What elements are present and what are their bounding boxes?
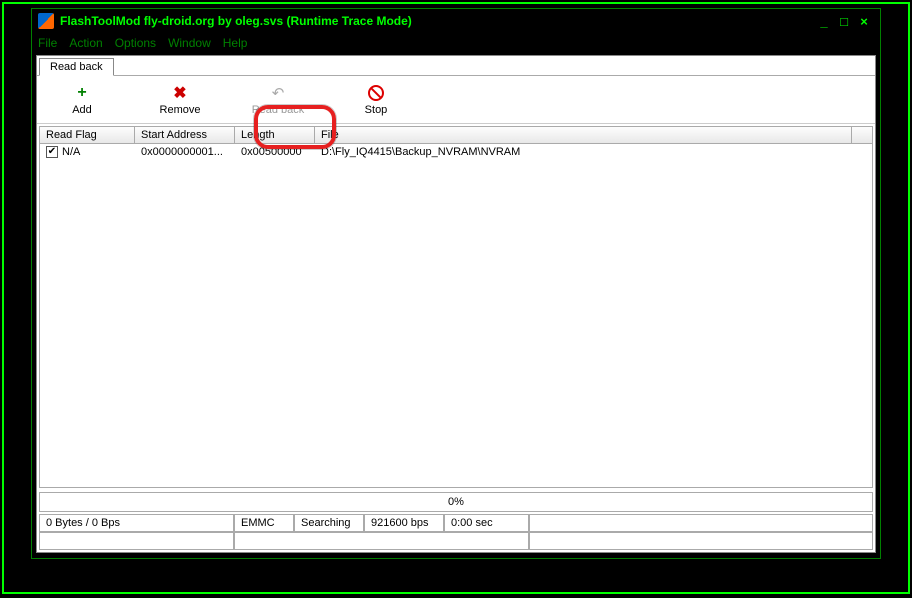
readback-label: Read back — [252, 104, 305, 116]
status2-c — [529, 532, 873, 550]
cell-file: D:\Fly_IQ4415\Backup_NVRAM\NVRAM — [315, 145, 872, 159]
readback-table: Read Flag Start Address Length File ✔ N/… — [39, 126, 873, 488]
stop-icon — [367, 84, 385, 102]
status-empty-1 — [529, 514, 873, 532]
status-bytes: 0 Bytes / 0 Bps — [39, 514, 234, 532]
table-header: Read Flag Start Address Length File — [40, 127, 872, 144]
remove-label: Remove — [160, 104, 201, 116]
row-checkbox[interactable]: ✔ — [46, 146, 58, 158]
menu-options[interactable]: Options — [115, 36, 156, 50]
plus-icon: + — [73, 84, 91, 102]
status-baud: 921600 bps — [364, 514, 444, 532]
window-title: FlashToolMod fly-droid.org by oleg.svs (… — [60, 14, 412, 28]
menu-file[interactable]: File — [38, 36, 57, 50]
remove-button[interactable]: ✖ Remove — [145, 84, 215, 116]
status2-a — [39, 532, 234, 550]
status-state: Searching — [294, 514, 364, 532]
toolbar: + Add ✖ Remove ↶ Read back Stop — [37, 76, 875, 124]
stop-button[interactable]: Stop — [341, 84, 411, 116]
tabstrip: Read back — [37, 56, 875, 76]
cell-length: 0x00500000 — [235, 145, 315, 159]
progress-bar: 0% — [39, 492, 873, 512]
menu-action[interactable]: Action — [69, 36, 102, 50]
col-read-flag[interactable]: Read Flag — [40, 127, 135, 143]
close-button[interactable]: × — [854, 14, 874, 29]
add-button[interactable]: + Add — [47, 84, 117, 116]
undo-icon: ↶ — [269, 84, 287, 102]
table-body: ✔ N/A 0x0000000001... 0x00500000 D:\Fly_… — [40, 144, 872, 487]
x-icon: ✖ — [171, 84, 189, 102]
menu-window[interactable]: Window — [168, 36, 211, 50]
menu-help[interactable]: Help — [223, 36, 248, 50]
col-length[interactable]: Length — [235, 127, 315, 143]
status2-b — [234, 532, 529, 550]
col-spacer — [852, 127, 872, 143]
add-label: Add — [72, 104, 92, 116]
app-window: FlashToolMod fly-droid.org by oleg.svs (… — [31, 8, 881, 559]
stop-label: Stop — [365, 104, 388, 116]
menubar: File Action Options Window Help — [32, 33, 880, 53]
status-bar: 0 Bytes / 0 Bps EMMC Searching 921600 bp… — [39, 514, 873, 550]
col-start-address[interactable]: Start Address — [135, 127, 235, 143]
tab-readback[interactable]: Read back — [39, 58, 114, 76]
progress-text: 0% — [448, 496, 464, 508]
status-time: 0:00 sec — [444, 514, 529, 532]
app-icon — [38, 13, 54, 29]
readback-button[interactable]: ↶ Read back — [243, 84, 313, 116]
content-area: Read back + Add ✖ Remove ↶ Read back Sto… — [36, 55, 876, 553]
table-row[interactable]: ✔ N/A 0x0000000001... 0x00500000 D:\Fly_… — [40, 144, 872, 160]
cell-flag: N/A — [62, 146, 80, 158]
col-file[interactable]: File — [315, 127, 852, 143]
maximize-button[interactable]: □ — [834, 14, 854, 29]
cell-start: 0x0000000001... — [135, 145, 235, 159]
status-storage: EMMC — [234, 514, 294, 532]
minimize-button[interactable]: _ — [814, 14, 834, 29]
titlebar: FlashToolMod fly-droid.org by oleg.svs (… — [32, 9, 880, 33]
